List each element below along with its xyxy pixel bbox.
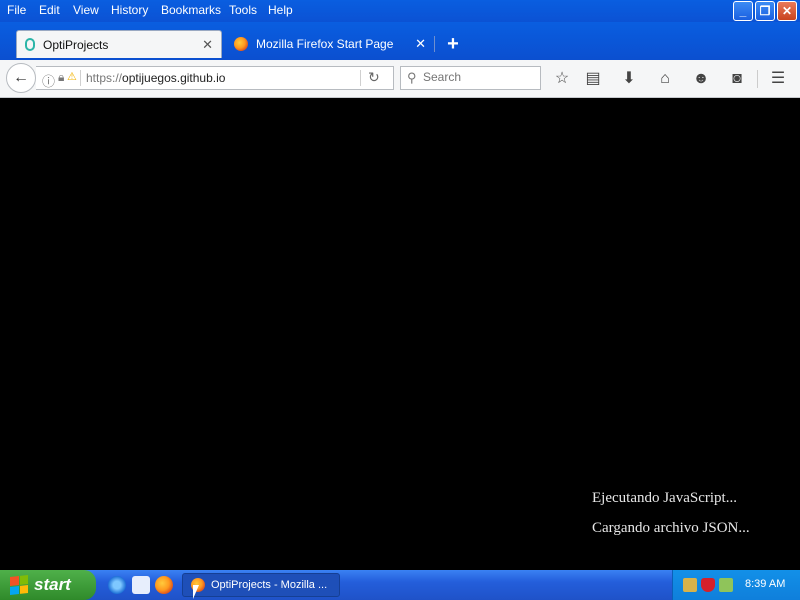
search-icon: ⚲ (407, 70, 417, 85)
reload-icon[interactable]: ↻ (368, 69, 380, 86)
restore-button[interactable]: ❐ (755, 1, 775, 21)
status-line: Ejecutando JavaScript... (592, 490, 737, 506)
url-text[interactable]: https://optijuegos.github.io (86, 71, 225, 85)
tray-network-icon[interactable] (683, 578, 697, 592)
start-label: start (34, 575, 71, 594)
firefox-quicklaunch-icon[interactable] (155, 576, 173, 594)
security-shield-icon[interactable] (701, 578, 715, 592)
navigation-bar: ⓘ 🔒︎ ⚠ https://optijuegos.github.io ↻ ← … (0, 60, 800, 98)
warning-icon: ⚠ (67, 71, 77, 83)
firefox-favicon-icon (234, 37, 248, 51)
menu-file[interactable]: File (7, 3, 26, 17)
url-bar[interactable]: ⓘ 🔒︎ ⚠ https://optijuegos.github.io ↻ (36, 66, 394, 90)
menu-bookmarks[interactable]: Bookmarks (161, 3, 221, 17)
page-content: Ejecutando JavaScript... Cargando archiv… (0, 98, 800, 570)
bookmark-star-icon[interactable]: ☆ (551, 68, 573, 90)
show-desktop-icon[interactable] (132, 576, 150, 594)
menu-bar: File Edit View History Bookmarks Tools H… (0, 0, 800, 22)
menu-history[interactable]: History (111, 3, 148, 17)
search-input[interactable] (423, 70, 533, 84)
menu-tools[interactable]: Tools (229, 3, 257, 17)
toolbar-divider (757, 70, 758, 88)
system-tray: 8:39 AM (672, 570, 800, 600)
new-tab-button[interactable]: + (442, 33, 464, 55)
taskbar: start OptiProjects - Mozilla ... 8:39 AM (0, 570, 800, 600)
menu-edit[interactable]: Edit (39, 3, 60, 17)
back-button[interactable]: ← (6, 63, 36, 93)
tab-strip: OptiProjects ✕ Mozilla Firefox Start Pag… (0, 22, 800, 60)
url-host: optijuegos.github.io (122, 71, 226, 85)
url-divider (360, 70, 361, 86)
internet-explorer-icon[interactable] (108, 576, 126, 594)
lock-icon[interactable]: 🔒︎ (58, 70, 64, 85)
url-divider (80, 70, 81, 86)
minimize-button[interactable]: _ (733, 1, 753, 21)
tab-close-icon[interactable]: ✕ (202, 37, 213, 53)
smiley-icon[interactable]: ☻ (690, 68, 712, 90)
home-icon[interactable]: ⌂ (654, 68, 676, 90)
tab-firefox-start[interactable]: Mozilla Firefox Start Page ✕ (226, 30, 434, 58)
tab-label: Mozilla Firefox Start Page (256, 37, 394, 51)
tab-label: OptiProjects (43, 37, 109, 52)
info-icon[interactable]: ⓘ (42, 71, 55, 90)
close-window-button[interactable]: ✕ (777, 1, 797, 21)
start-button[interactable]: start (0, 570, 96, 600)
taskbar-button-firefox[interactable]: OptiProjects - Mozilla ... (182, 573, 340, 597)
windows-logo-icon (10, 575, 28, 595)
menu-icon[interactable]: ☰ (767, 68, 789, 90)
tab-close-icon[interactable]: ✕ (415, 36, 426, 52)
tab-divider (434, 36, 435, 52)
pocket-icon[interactable]: ◙ (726, 68, 748, 90)
optiprojects-favicon-icon (25, 38, 35, 51)
status-line: Cargando archivo JSON... (592, 520, 750, 536)
clock[interactable]: 8:39 AM (745, 578, 785, 590)
reading-list-icon[interactable]: ▤ (582, 68, 604, 90)
browser-chrome: File Edit View History Bookmarks Tools H… (0, 0, 800, 98)
download-icon[interactable]: ⬇ (618, 68, 640, 90)
mouse-cursor-icon (193, 585, 199, 599)
tab-optiprojects[interactable]: OptiProjects ✕ (16, 30, 222, 58)
search-bar[interactable]: ⚲ (400, 66, 541, 90)
back-arrow-icon: ← (13, 69, 29, 86)
menu-help[interactable]: Help (268, 3, 293, 17)
tray-update-icon[interactable] (719, 578, 733, 592)
window-controls: _ ❐ ✕ (733, 1, 797, 22)
taskbar-button-label: OptiProjects - Mozilla ... (211, 579, 328, 591)
url-scheme: https:// (86, 71, 123, 85)
menu-view[interactable]: View (73, 3, 99, 17)
